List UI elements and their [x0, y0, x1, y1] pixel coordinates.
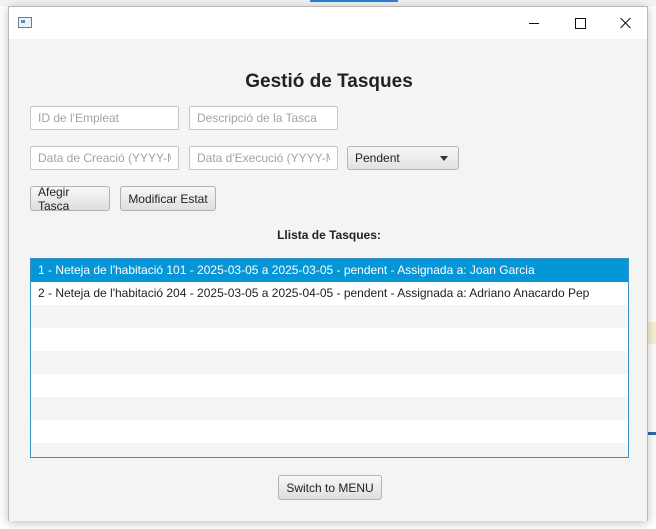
status-select[interactable]: Pendent	[347, 146, 459, 170]
window-content: Gestió de Tasques Pendent Afegir Tasca M…	[9, 39, 647, 521]
maximize-icon	[574, 17, 586, 29]
background-accent	[310, 0, 398, 2]
empty-list-row	[31, 328, 628, 351]
execution-date-input[interactable]	[189, 146, 338, 170]
minimize-icon	[529, 22, 539, 24]
switch-to-menu-button[interactable]: Switch to MENU	[278, 475, 382, 500]
task-management-window: Gestió de Tasques Pendent Afegir Tasca M…	[8, 6, 648, 521]
title-bar[interactable]	[9, 7, 647, 39]
add-task-button[interactable]: Afegir Tasca	[30, 185, 110, 213]
empty-list-row	[31, 374, 628, 397]
chevron-down-icon	[440, 156, 448, 161]
task-list-label: Llista de Tasques:	[277, 228, 381, 242]
task-list[interactable]: 1 - Neteja de l'habitació 101 - 2025-03-…	[30, 258, 629, 458]
empty-list-row	[31, 443, 628, 457]
status-select-value: Pendent	[355, 151, 400, 165]
java-app-icon	[18, 17, 32, 28]
modify-status-button[interactable]: Modificar Estat	[120, 186, 216, 211]
minimize-button[interactable]	[511, 7, 557, 39]
maximize-button[interactable]	[557, 7, 603, 39]
task-list-item[interactable]: 1 - Neteja de l'habitació 101 - 2025-03-…	[31, 259, 628, 282]
page-title: Gestió de Tasques	[245, 71, 413, 92]
empty-list-row	[31, 305, 628, 328]
close-button[interactable]	[603, 7, 649, 39]
empty-list-row	[31, 420, 628, 443]
employee-id-input[interactable]	[30, 106, 179, 130]
creation-date-input[interactable]	[30, 146, 179, 170]
empty-list-row	[31, 351, 628, 374]
task-description-input[interactable]	[189, 106, 338, 130]
empty-list-row	[31, 397, 628, 420]
task-list-item[interactable]: 2 - Neteja de l'habitació 204 - 2025-03-…	[31, 282, 628, 305]
close-icon	[620, 17, 632, 29]
